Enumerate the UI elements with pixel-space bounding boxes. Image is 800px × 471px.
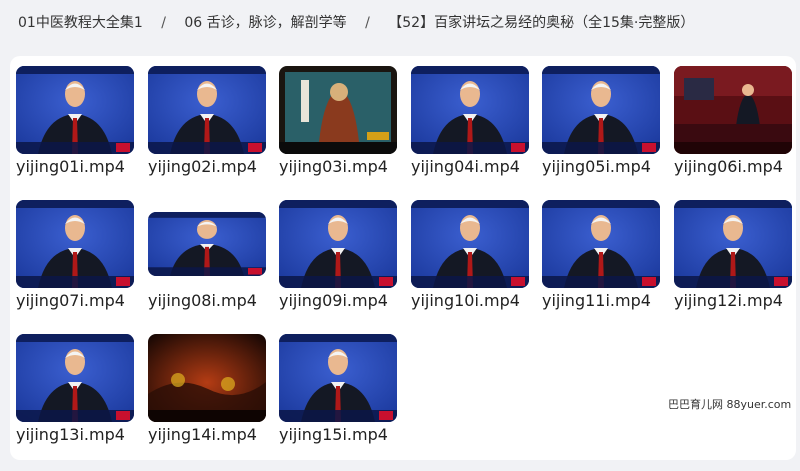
breadcrumb-item-root[interactable]: 01中医教程大全集1 <box>18 15 143 31</box>
file-tile[interactable]: yijing14i.mp4 <box>148 324 266 444</box>
file-name: yijing14i.mp4 <box>148 425 257 444</box>
video-thumbnail-icon[interactable] <box>16 334 134 422</box>
file-name: yijing03i.mp4 <box>279 157 388 176</box>
file-tile[interactable]: yijing11i.mp4 <box>542 190 660 310</box>
site-watermark: 巴巴育儿网 88yuer.com <box>668 398 792 411</box>
video-thumbnail-icon[interactable] <box>411 200 529 288</box>
file-name: yijing08i.mp4 <box>148 291 257 310</box>
breadcrumb-item-current: 【52】百家讲坛之易经的奥秘（全15集·完整版） <box>388 15 695 31</box>
file-tile[interactable]: yijing01i.mp4 <box>16 56 134 176</box>
video-thumbnail-icon[interactable] <box>148 334 266 422</box>
file-tile[interactable]: yijing12i.mp4 <box>674 190 792 310</box>
video-thumbnail-icon[interactable] <box>542 66 660 154</box>
file-name: yijing06i.mp4 <box>674 157 783 176</box>
file-name: yijing01i.mp4 <box>16 157 125 176</box>
file-name: yijing15i.mp4 <box>279 425 388 444</box>
video-thumbnail-icon[interactable] <box>16 66 134 154</box>
file-name: yijing10i.mp4 <box>411 291 520 310</box>
video-thumbnail-icon[interactable] <box>411 66 529 154</box>
breadcrumb-item-folder[interactable]: 06 舌诊，脉诊，解剖学等 <box>184 15 346 31</box>
video-thumbnail-icon[interactable] <box>542 200 660 288</box>
file-tile[interactable]: yijing06i.mp4 <box>674 56 792 176</box>
file-name: yijing09i.mp4 <box>279 291 388 310</box>
video-thumbnail-icon[interactable] <box>674 66 792 154</box>
file-tile[interactable]: yijing15i.mp4 <box>279 324 397 444</box>
file-tile[interactable]: yijing10i.mp4 <box>411 190 529 310</box>
file-name: yijing05i.mp4 <box>542 157 651 176</box>
video-thumbnail-icon[interactable] <box>674 200 792 288</box>
video-thumbnail-icon[interactable] <box>279 66 397 154</box>
video-thumbnail-icon[interactable] <box>279 334 397 422</box>
file-tile[interactable]: yijing02i.mp4 <box>148 56 266 176</box>
file-name: yijing07i.mp4 <box>16 291 125 310</box>
video-thumbnail-icon[interactable] <box>279 200 397 288</box>
file-name: yijing13i.mp4 <box>16 425 125 444</box>
file-name: yijing02i.mp4 <box>148 157 257 176</box>
video-thumbnail-icon[interactable] <box>148 212 266 276</box>
file-tile[interactable]: yijing08i.mp4 <box>148 190 266 310</box>
file-tile[interactable]: yijing13i.mp4 <box>16 324 134 444</box>
file-tile[interactable]: yijing03i.mp4 <box>279 56 397 176</box>
file-tile[interactable]: yijing07i.mp4 <box>16 190 134 310</box>
file-tile[interactable]: yijing05i.mp4 <box>542 56 660 176</box>
file-tile[interactable]: yijing09i.mp4 <box>279 190 397 310</box>
breadcrumb-separator: / <box>365 15 370 31</box>
file-name: yijing04i.mp4 <box>411 157 520 176</box>
breadcrumb: 01中医教程大全集1 / 06 舌诊，脉诊，解剖学等 / 【52】百家讲坛之易经… <box>18 12 694 32</box>
file-name: yijing11i.mp4 <box>542 291 651 310</box>
breadcrumb-separator: / <box>161 15 166 31</box>
file-tile[interactable]: yijing04i.mp4 <box>411 56 529 176</box>
video-thumbnail-icon[interactable] <box>148 66 266 154</box>
video-thumbnail-icon[interactable] <box>16 200 134 288</box>
file-name: yijing12i.mp4 <box>674 291 783 310</box>
